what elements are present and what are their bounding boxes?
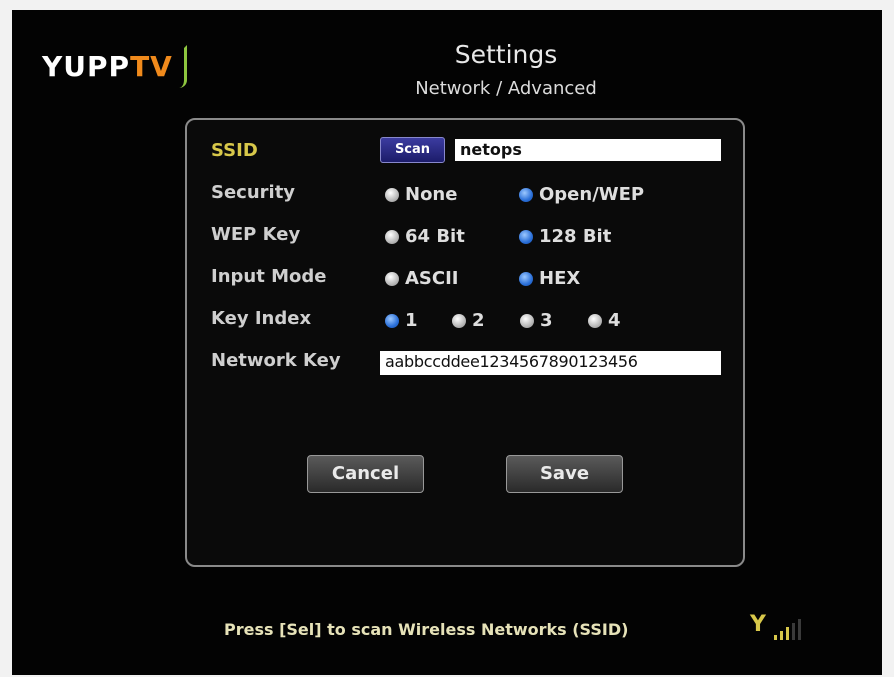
- radio-selected-icon: [519, 271, 533, 286]
- key-index-4-radio[interactable]: 4: [588, 310, 621, 331]
- security-open-wep-radio[interactable]: Open/WEP: [519, 184, 644, 205]
- signal-bar: [792, 623, 795, 640]
- radio-selected-icon: [385, 313, 399, 328]
- wep-128bit-radio[interactable]: 128 Bit: [519, 226, 611, 247]
- radio-selected-icon: [519, 229, 533, 244]
- input-ascii-radio[interactable]: ASCII: [385, 268, 459, 289]
- ssid-input[interactable]: netops: [455, 139, 721, 161]
- settings-panel: SSID Scan netops Security None Open/WEP …: [185, 118, 745, 567]
- signal-bar: [798, 619, 801, 640]
- radio-unselected-icon: [385, 187, 399, 202]
- input-hex-radio[interactable]: HEX: [519, 268, 580, 289]
- network-key-input[interactable]: aabbccddee1234567890123456: [380, 351, 721, 375]
- antenna-icon: Y: [750, 612, 766, 637]
- key-index-3-radio[interactable]: 3: [520, 310, 553, 331]
- signal-strength-icon: [774, 618, 801, 640]
- cancel-button[interactable]: Cancel: [307, 455, 424, 493]
- signal-bar: [780, 631, 783, 640]
- radio-unselected-icon: [452, 313, 466, 328]
- scan-button[interactable]: Scan: [380, 137, 445, 163]
- radio-unselected-icon: [385, 271, 399, 286]
- key-index-label: Key Index: [211, 308, 312, 329]
- security-label: Security: [211, 182, 296, 203]
- breadcrumb: Network / Advanced: [415, 78, 597, 99]
- input-mode-label: Input Mode: [211, 266, 327, 287]
- footer-hint: Press [Sel] to scan Wireless Networks (S…: [224, 620, 629, 639]
- ssid-label: SSID: [211, 140, 258, 161]
- signal-bar: [774, 635, 777, 640]
- wep-key-label: WEP Key: [211, 224, 301, 245]
- page-title: Settings: [454, 40, 558, 69]
- signal-bar: [786, 627, 789, 640]
- radio-selected-icon: [519, 187, 533, 202]
- security-none-radio[interactable]: None: [385, 184, 457, 205]
- network-key-label: Network Key: [211, 350, 341, 371]
- tv-screen: YUPP TV Settings Network / Advanced SSID …: [12, 10, 882, 675]
- wep-64bit-radio[interactable]: 64 Bit: [385, 226, 465, 247]
- key-index-2-radio[interactable]: 2: [452, 310, 485, 331]
- radio-unselected-icon: [520, 313, 534, 328]
- radio-unselected-icon: [588, 313, 602, 328]
- key-index-1-radio[interactable]: 1: [385, 310, 418, 331]
- save-button[interactable]: Save: [506, 455, 623, 493]
- radio-unselected-icon: [385, 229, 399, 244]
